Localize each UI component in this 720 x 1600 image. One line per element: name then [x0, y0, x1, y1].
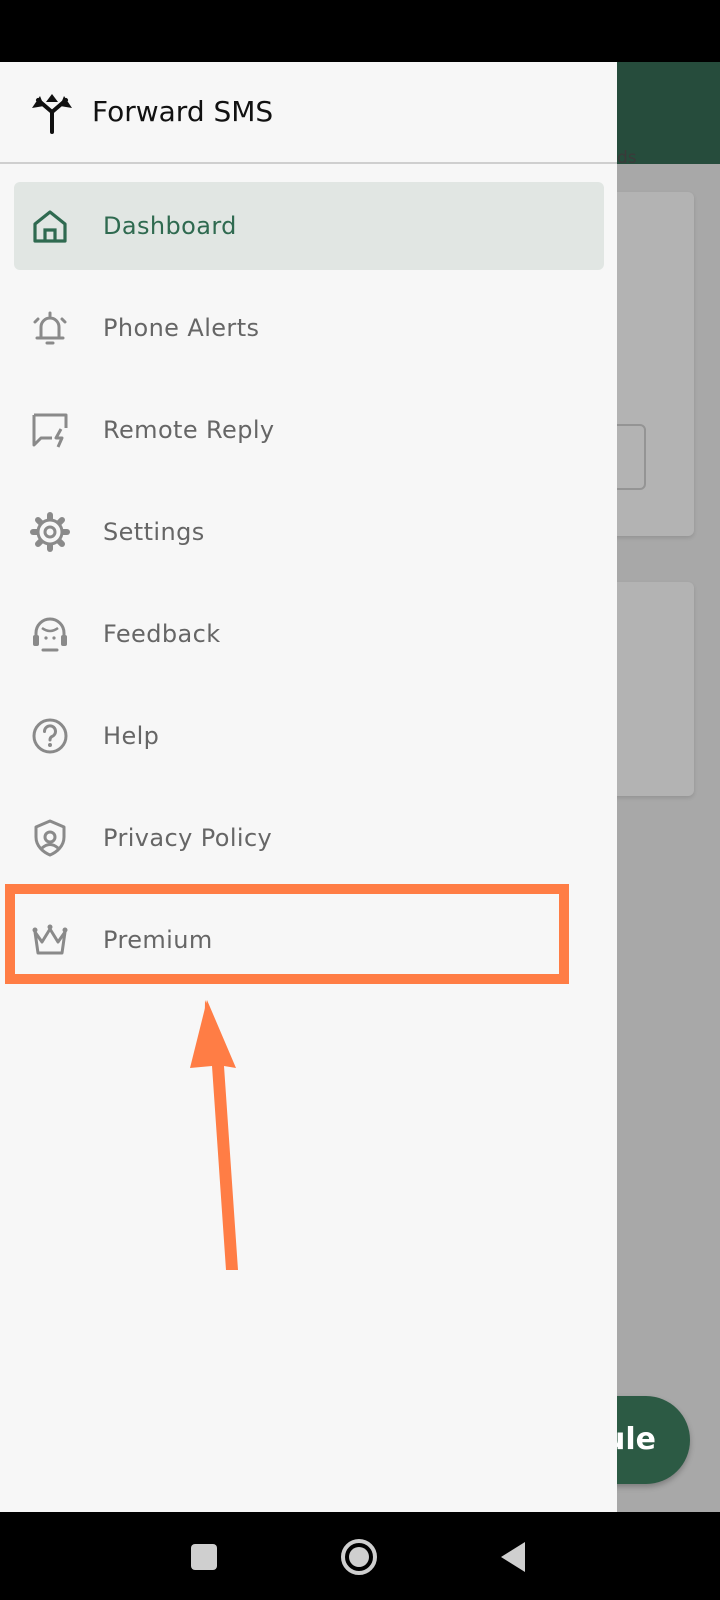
drawer-item-privacy-policy[interactable]: Privacy Policy [14, 794, 604, 882]
status-bar [0, 0, 720, 62]
home-circle-icon[interactable] [334, 1532, 384, 1582]
drawer-item-dashboard[interactable]: Dashboard [14, 182, 604, 270]
drawer-item-label: Dashboard [103, 212, 237, 240]
headset-icon [33, 617, 67, 652]
drawer-item-remote-reply[interactable]: Remote Reply [14, 386, 604, 474]
app-title: Forward SMS [92, 95, 274, 128]
question-circle-icon [32, 718, 68, 754]
annotation-highlight-box [5, 884, 569, 984]
drawer-item-phone-alerts[interactable]: Phone Alerts [14, 284, 604, 372]
bell-alert-icon [33, 311, 67, 345]
reply-message-icon [32, 413, 68, 448]
drawer-header: Forward SMS [0, 62, 617, 164]
background-card-text: ds [617, 148, 637, 168]
drawer-item-label: Remote Reply [103, 416, 275, 444]
drawer-item-label: Feedback [103, 620, 221, 648]
drawer-item-settings[interactable]: Settings [14, 488, 604, 576]
recents-square-icon[interactable] [179, 1532, 229, 1582]
home-icon [33, 210, 67, 243]
drawer-item-label: Settings [103, 518, 205, 546]
forward-split-icon [32, 94, 72, 134]
drawer-item-label: Phone Alerts [103, 314, 260, 342]
gear-icon [30, 512, 70, 552]
drawer-item-feedback[interactable]: Feedback [14, 590, 604, 678]
drawer-item-help[interactable]: Help [14, 692, 604, 780]
drawer-item-label: Privacy Policy [103, 824, 273, 852]
shield-icon [34, 819, 66, 857]
system-navigation-bar [0, 1512, 720, 1600]
back-triangle-icon[interactable] [489, 1532, 539, 1582]
navigation-drawer: Forward SMS Dashboard Phone Alerts Remot… [0, 62, 617, 1512]
drawer-item-label: Help [103, 722, 160, 750]
